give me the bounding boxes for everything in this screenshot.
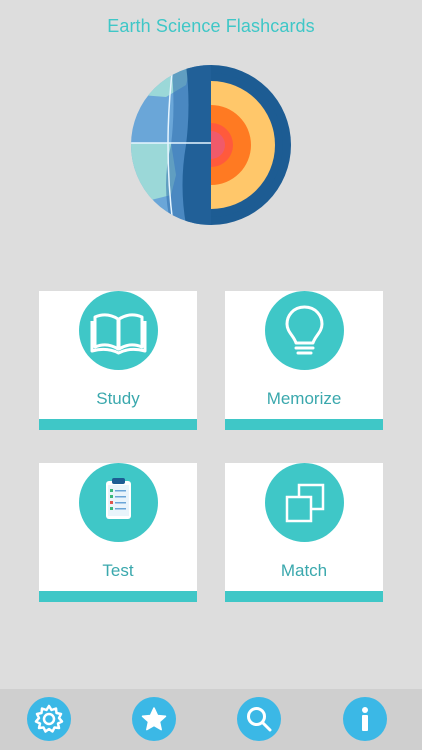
test-accent-bar	[39, 591, 197, 602]
memorize-card[interactable]: Memorize	[225, 291, 383, 430]
search-button[interactable]	[237, 697, 281, 741]
study-card[interactable]: Study	[39, 291, 197, 430]
study-icon	[79, 291, 158, 370]
match-accent-bar	[225, 591, 383, 602]
star-icon	[141, 707, 167, 731]
info-icon	[362, 707, 368, 731]
memorize-label: Memorize	[266, 389, 342, 408]
lightbulb-icon	[265, 291, 344, 370]
match-card[interactable]: Match	[225, 463, 383, 602]
info-button[interactable]	[343, 697, 387, 741]
test-label: Test	[102, 561, 134, 580]
overlapping-squares-icon	[265, 463, 344, 542]
app-title: Earth Science Flashcards	[107, 16, 315, 36]
memorize-accent-bar	[225, 419, 383, 430]
favorites-button[interactable]	[132, 697, 176, 741]
study-accent-bar	[39, 419, 197, 430]
search-icon	[247, 707, 272, 732]
test-card[interactable]: Test	[39, 463, 197, 602]
gear-icon	[34, 704, 64, 733]
bottom-tab-bar	[0, 689, 422, 750]
settings-button[interactable]	[27, 697, 71, 741]
earth-layers-icon	[131, 65, 291, 225]
match-label: Match	[280, 561, 328, 580]
study-label: Study	[96, 389, 140, 408]
clipboard-checklist-icon	[79, 463, 158, 542]
